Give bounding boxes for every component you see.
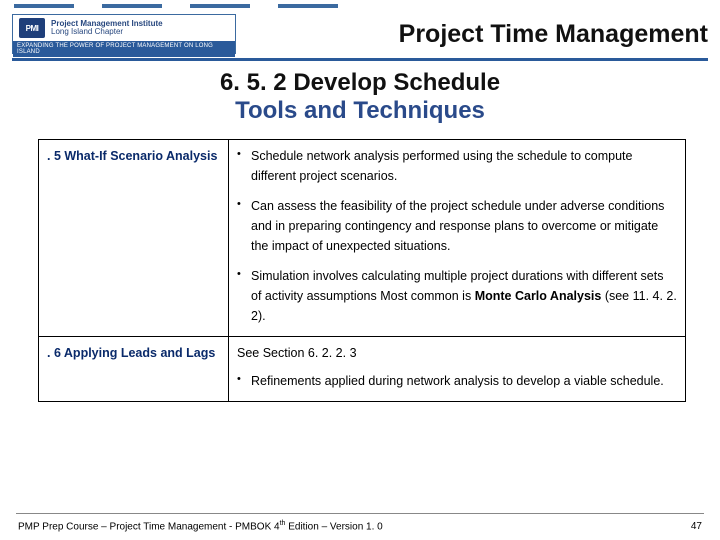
decorative-top-bars (0, 0, 720, 10)
section-heading: 6. 5. 2 Develop Schedule Tools and Techn… (0, 69, 720, 125)
footer-left: PMP Prep Course – Project Time Managemen… (18, 520, 383, 532)
logo-tagline: Expanding the Power of Project Managemen… (13, 41, 235, 57)
header-rule (12, 58, 708, 61)
page-title: Project Time Management (399, 20, 708, 49)
bullet-list: Schedule network analysis performed usin… (237, 146, 677, 326)
pmi-badge-icon: PMI (19, 18, 45, 38)
section-number: 6. 5. 2 Develop Schedule (0, 69, 720, 97)
row-content: Schedule network analysis performed usin… (229, 140, 686, 337)
section-subtitle: Tools and Techniques (0, 97, 720, 125)
page-number: 47 (691, 521, 702, 532)
list-item: Can assess the feasibility of the projec… (237, 196, 677, 256)
bullet-list: Refinements applied during network analy… (237, 371, 677, 391)
footer: PMP Prep Course – Project Time Managemen… (0, 520, 720, 532)
row-label: . 6 Applying Leads and Lags (39, 337, 229, 402)
header: PMI Project Management Institute Long Is… (0, 10, 720, 56)
list-item: Refinements applied during network analy… (237, 371, 677, 391)
row-label: . 5 What-If Scenario Analysis (39, 140, 229, 337)
row-content: See Section 6. 2. 2. 3 Refinements applie… (229, 337, 686, 402)
pmi-logo: PMI Project Management Institute Long Is… (12, 14, 236, 54)
content-table: . 5 What-If Scenario AnalysisSchedule ne… (38, 139, 686, 402)
footer-rule (16, 513, 704, 514)
list-item: Schedule network analysis performed usin… (237, 146, 677, 186)
list-item: Simulation involves calculating multiple… (237, 266, 677, 326)
table-row: . 6 Applying Leads and LagsSee Section 6… (39, 337, 686, 402)
table-row: . 5 What-If Scenario AnalysisSchedule ne… (39, 140, 686, 337)
see-section: See Section 6. 2. 2. 3 (237, 343, 677, 363)
logo-text: Project Management Institute Long Island… (51, 20, 163, 37)
